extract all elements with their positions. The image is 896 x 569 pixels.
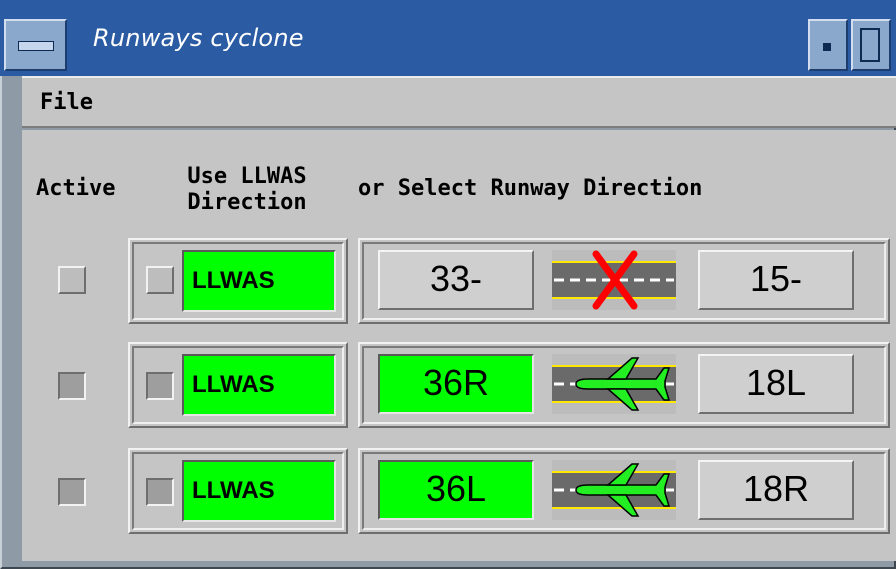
active-checkbox-row3[interactable] <box>58 478 86 506</box>
header-use-llwas-line2: Direction <box>187 190 307 215</box>
active-checkbox-row1[interactable] <box>58 266 86 294</box>
maximize-button[interactable] <box>851 19 891 71</box>
runway-left-button-row2[interactable]: 36R <box>378 354 534 414</box>
title-bar[interactable]: Runways cyclone <box>0 0 896 76</box>
menu-file[interactable]: File <box>40 90 93 115</box>
window-menu-icon <box>18 41 54 51</box>
window-menu-button[interactable] <box>4 19 67 71</box>
menu-bar: File <box>22 76 896 128</box>
airplane-icon <box>552 460 676 520</box>
runway-right-button-row2[interactable]: 18L <box>698 354 854 414</box>
header-use-llwas-line1: Use LLWAS <box>187 164 307 189</box>
runway-right-button-row1[interactable]: 15- <box>698 250 854 310</box>
runway-closed-icon <box>552 250 676 310</box>
minimize-icon <box>823 43 831 51</box>
window-title: Runways cyclone <box>93 24 304 52</box>
runway-right-button-row3[interactable]: 18R <box>698 460 854 520</box>
runway-left-button-row3[interactable]: 36L <box>378 460 534 520</box>
airplane-icon <box>552 354 676 414</box>
llwas-field-row2[interactable]: LLWAS <box>182 354 336 416</box>
header-use-llwas: Use LLWAS Direction <box>167 164 327 216</box>
active-checkbox-row2[interactable] <box>58 372 86 400</box>
minimize-button[interactable] <box>808 19 848 71</box>
header-select-direction: or Select Runway Direction <box>358 176 703 201</box>
use-llwas-checkbox-row1[interactable] <box>146 266 174 294</box>
use-llwas-checkbox-row2[interactable] <box>146 372 174 400</box>
header-active: Active <box>36 176 116 201</box>
main-panel: Active Use LLWAS Direction or Select Run… <box>22 130 896 561</box>
maximize-icon <box>860 28 880 62</box>
llwas-field-row3[interactable]: LLWAS <box>182 460 336 522</box>
use-llwas-checkbox-row3[interactable] <box>146 478 174 506</box>
llwas-field-row1[interactable]: LLWAS <box>182 250 336 312</box>
runway-left-button-row1[interactable]: 33- <box>378 250 534 310</box>
